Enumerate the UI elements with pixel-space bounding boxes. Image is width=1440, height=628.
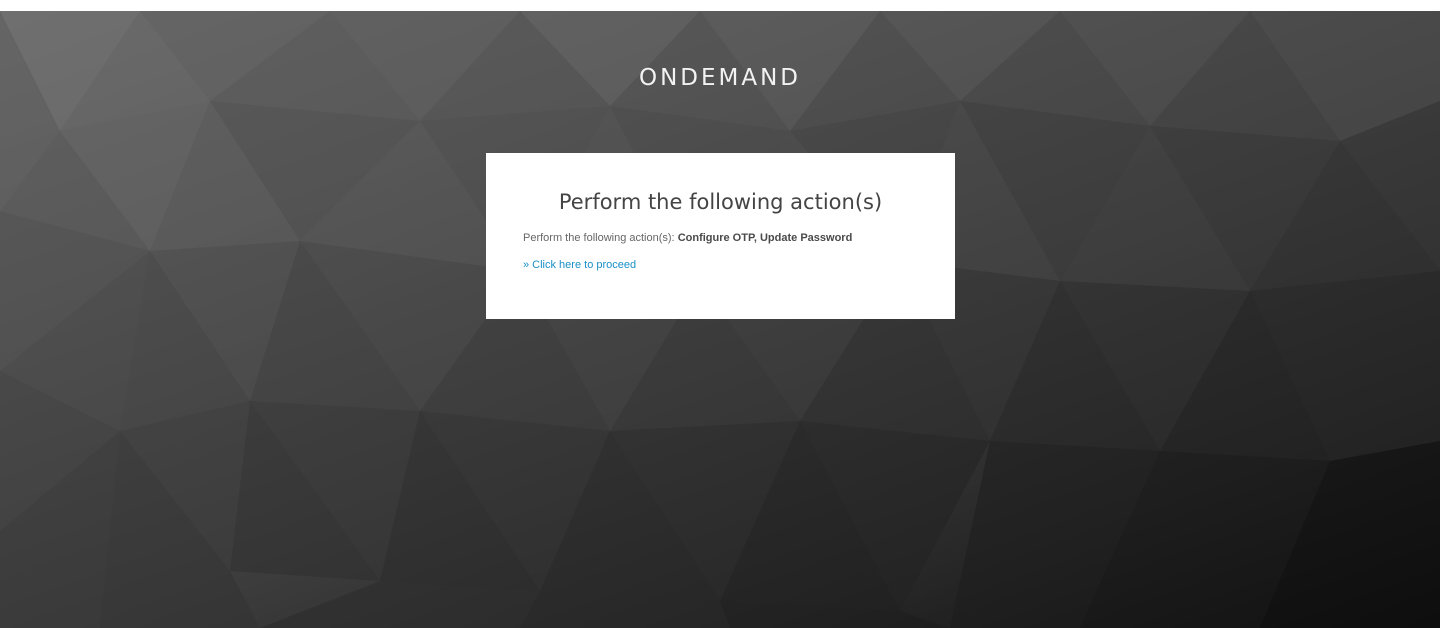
required-actions-list: Configure OTP, Update Password	[677, 232, 853, 244]
proceed-link[interactable]: » Click here to proceed	[523, 258, 636, 272]
brand-title: ONDEMAND	[638, 65, 802, 91]
top-strip	[0, 0, 1440, 11]
polygon-pattern	[0, 11, 1440, 628]
required-actions-message: Perform the following action(s): Configu…	[523, 231, 918, 245]
page: ONDEMAND Perform the following action(s)…	[0, 0, 1440, 628]
message-prefix: Perform the following action(s):	[523, 232, 675, 244]
action-card: Perform the following action(s) Perform …	[486, 153, 955, 319]
polygon-background: ONDEMAND Perform the following action(s)…	[0, 11, 1440, 628]
card-title: Perform the following action(s)	[558, 190, 883, 214]
